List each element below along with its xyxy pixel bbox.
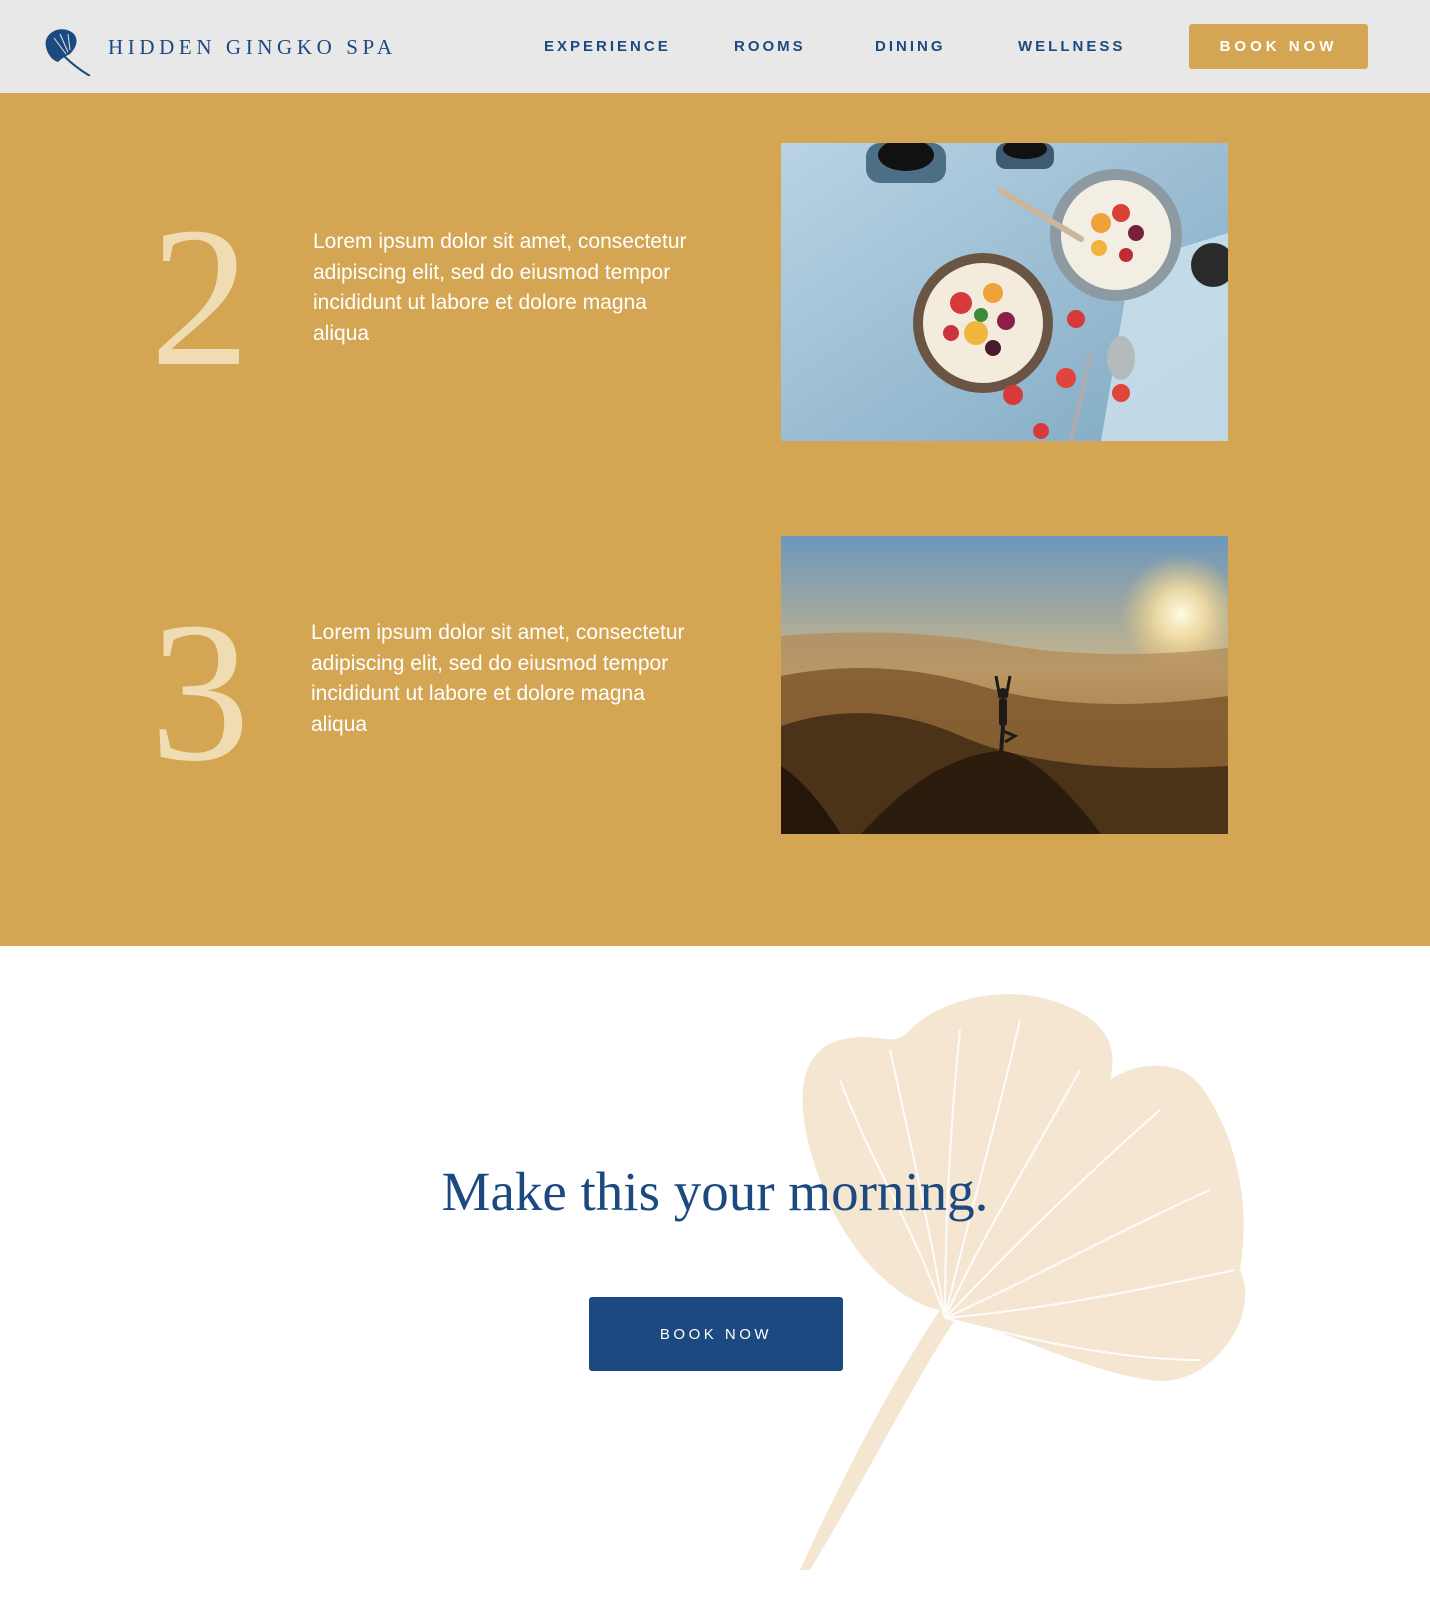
cta-title: Make this your morning. — [441, 1161, 989, 1222]
brand-name[interactable]: HIDDEN GINGKO SPA — [108, 35, 397, 60]
ginkgo-leaf-illustration — [800, 994, 1246, 1570]
nav-experience[interactable]: EXPERIENCE — [544, 38, 671, 55]
mountain-yoga-sunset-photo — [781, 536, 1228, 834]
breakfast-bowls-photo — [781, 143, 1228, 441]
nav-dining[interactable]: DINING — [875, 38, 946, 55]
step-description: Lorem ipsum dolor sit amet, consectetur … — [313, 230, 687, 345]
site-header: HIDDEN GINGKO SPA EXPERIENCE ROOMS DININ… — [0, 0, 1430, 93]
step-number: 2 — [150, 187, 250, 408]
step-number: 3 — [150, 582, 250, 803]
nav-rooms[interactable]: ROOMS — [734, 38, 806, 55]
ginkgo-logo-icon[interactable] — [44, 26, 92, 76]
nav-wellness[interactable]: WELLNESS — [1018, 38, 1125, 55]
steps-section: 2 Lorem ipsum dolor sit amet, consectetu… — [0, 93, 1430, 946]
header-book-now-button[interactable]: BOOK NOW — [1189, 24, 1368, 69]
cta-book-now-button[interactable]: BOOK NOW — [589, 1297, 843, 1371]
step-description: Lorem ipsum dolor sit amet, consectetur … — [311, 621, 685, 736]
